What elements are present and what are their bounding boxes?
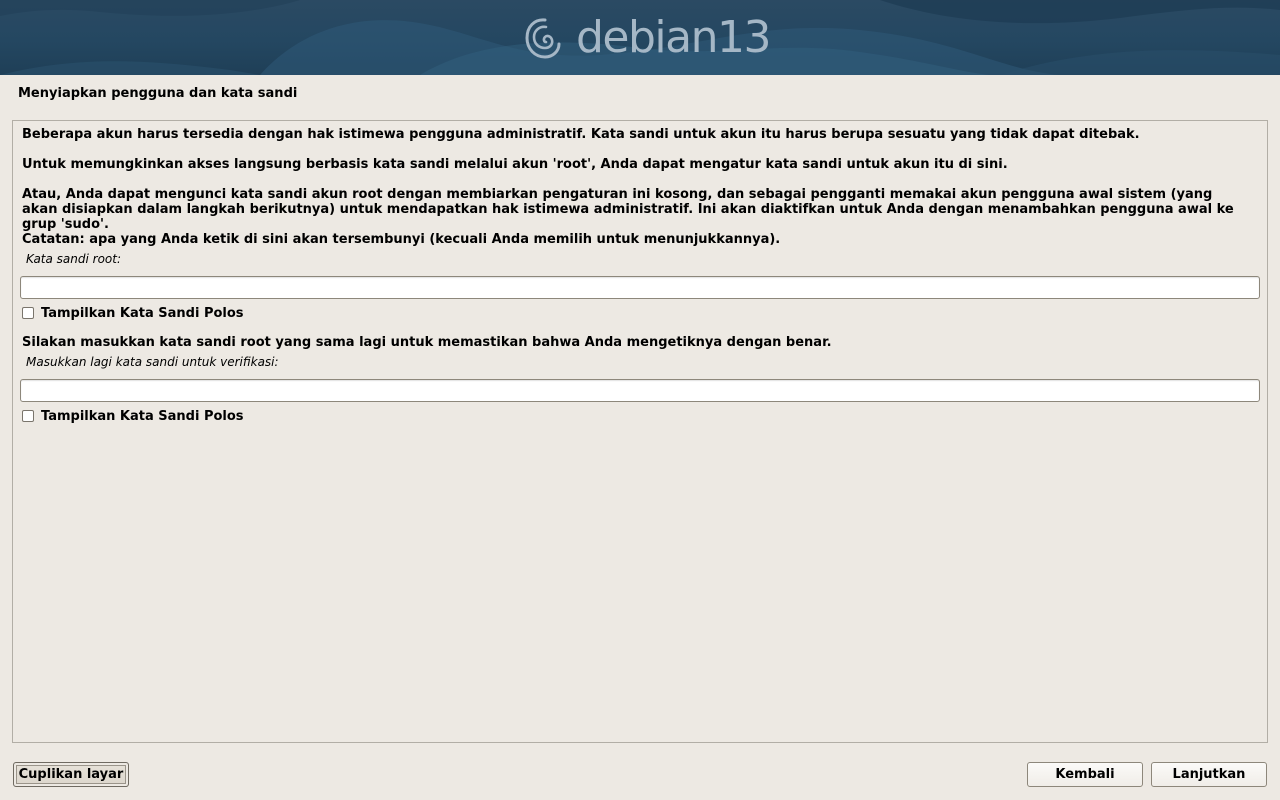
intro-paragraph: Beberapa akun harus tersedia dengan hak … — [22, 127, 1140, 142]
show-root-password-toggle[interactable]: Tampilkan Kata Sandi Polos — [22, 305, 244, 321]
back-button[interactable]: Kembali — [1027, 762, 1143, 787]
debian-swirl-icon — [525, 18, 561, 59]
hidden-input-note: Catatan: apa yang Anda ketik di sini aka… — [22, 232, 781, 247]
lock-root-paragraph: Atau, Anda dapat mengunci kata sandi aku… — [22, 187, 1234, 232]
continue-button[interactable]: Lanjutkan — [1151, 762, 1267, 787]
show-root-password-label[interactable]: Tampilkan Kata Sandi Polos — [41, 306, 244, 321]
step-title: Menyiapkan pengguna dan kata sandi — [18, 86, 298, 101]
show-verify-password-checkbox[interactable] — [22, 410, 34, 422]
verify-password-label: Masukkan lagi kata sandi untuk verifikas… — [26, 355, 279, 369]
root-access-paragraph: Untuk memungkinkan akses langsung berbas… — [22, 157, 1008, 172]
installer-banner: debian13 — [0, 0, 1280, 75]
content-panel: Beberapa akun harus tersedia dengan hak … — [12, 120, 1268, 743]
root-password-field[interactable] — [20, 276, 1260, 299]
show-verify-password-toggle[interactable]: Tampilkan Kata Sandi Polos — [22, 408, 244, 424]
verify-prompt: Silakan masukkan kata sandi root yang sa… — [22, 335, 832, 350]
screenshot-button[interactable]: Cuplikan layar — [13, 762, 129, 787]
brand-name: debian13 — [576, 12, 772, 63]
show-root-password-checkbox[interactable] — [22, 307, 34, 319]
debian-logo: debian13 — [524, 12, 772, 63]
show-verify-password-label[interactable]: Tampilkan Kata Sandi Polos — [41, 409, 244, 424]
root-password-label: Kata sandi root: — [26, 252, 122, 266]
verify-password-field[interactable] — [20, 379, 1260, 402]
